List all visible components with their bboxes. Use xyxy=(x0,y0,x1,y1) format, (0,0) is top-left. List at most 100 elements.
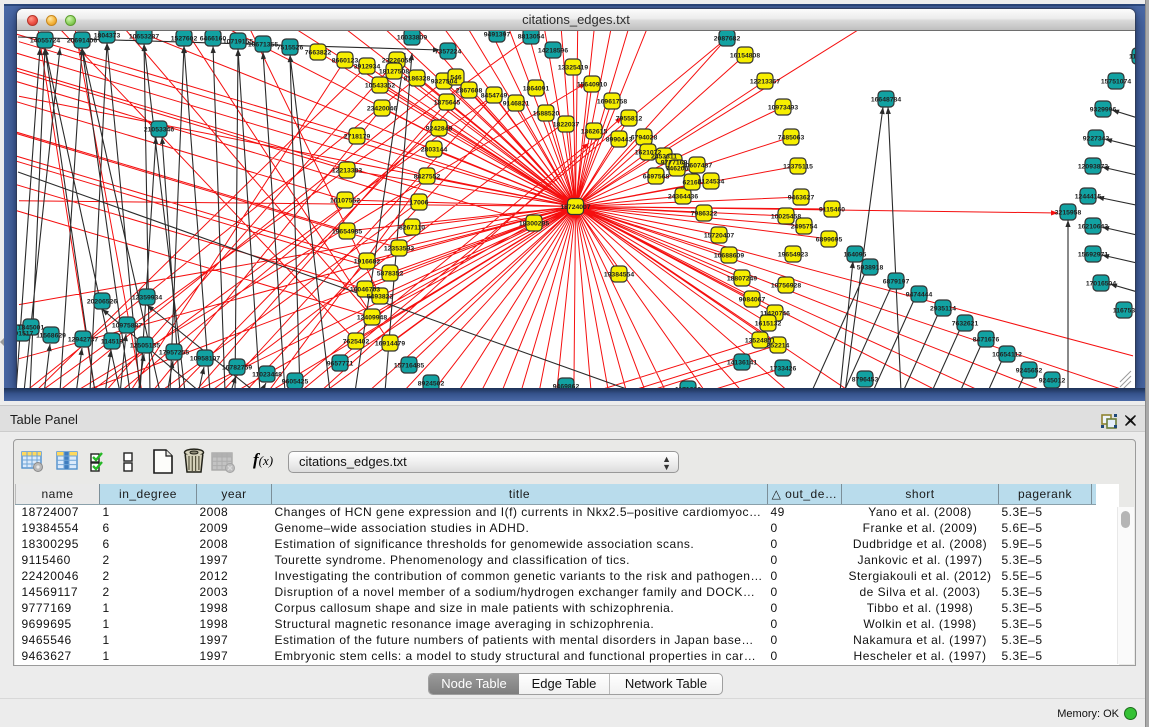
svg-text:1916682: 1916682 xyxy=(354,258,381,265)
svg-text:1875645: 1875645 xyxy=(434,99,461,106)
svg-text:7955812: 7955812 xyxy=(616,115,643,122)
svg-text:7357224: 7357224 xyxy=(435,48,462,55)
svg-text:12375115: 12375115 xyxy=(783,163,813,170)
svg-text:1588520: 1588520 xyxy=(533,110,560,117)
svg-text:62160: 62160 xyxy=(683,179,702,186)
svg-text:5878352: 5878352 xyxy=(377,270,404,277)
svg-text:10975887: 10975887 xyxy=(112,322,142,329)
svg-text:5938918: 5938918 xyxy=(857,264,884,271)
svg-text:16046703: 16046703 xyxy=(350,286,380,293)
svg-text:12505135: 12505135 xyxy=(130,342,160,349)
svg-text:3215958: 3215958 xyxy=(1055,209,1082,216)
svg-text:1615132: 1615132 xyxy=(755,320,782,327)
svg-text:17016504: 17016504 xyxy=(1086,280,1116,287)
svg-text:6794028: 6794028 xyxy=(631,134,658,141)
svg-text:164095: 164095 xyxy=(844,251,867,258)
svg-text:1822037: 1822037 xyxy=(553,121,580,128)
svg-text:8471676: 8471676 xyxy=(973,336,1000,343)
svg-text:16961758: 16961758 xyxy=(597,98,627,105)
svg-text:12093873: 12093873 xyxy=(1078,163,1108,170)
svg-text:252214: 252214 xyxy=(767,342,790,349)
svg-text:10756928: 10756928 xyxy=(771,282,801,289)
svg-text:6899695: 6899695 xyxy=(816,236,843,243)
svg-text:16914479: 16914479 xyxy=(375,340,405,347)
svg-text:2803144: 2803144 xyxy=(421,146,448,153)
svg-text:11023448: 11023448 xyxy=(252,371,282,378)
svg-text:12942737: 12942737 xyxy=(68,336,98,343)
svg-text:12359934: 12359934 xyxy=(132,294,162,301)
svg-text:11568629: 11568629 xyxy=(36,332,66,339)
svg-text:1845001: 1845001 xyxy=(18,324,45,331)
svg-text:1804373: 1804373 xyxy=(94,32,121,39)
svg-text:13325419: 13325419 xyxy=(558,64,588,71)
svg-text:11420746: 11420746 xyxy=(760,310,790,317)
svg-text:16782759: 16782759 xyxy=(222,364,252,371)
svg-text:23226058: 23226058 xyxy=(382,57,412,64)
svg-text:6879197: 6879197 xyxy=(883,278,910,285)
svg-text:1362615: 1362615 xyxy=(581,128,608,135)
svg-text:2935114: 2935114 xyxy=(930,305,956,312)
svg-text:15716485: 15716485 xyxy=(394,362,424,369)
svg-text:14055724: 14055724 xyxy=(30,37,60,44)
svg-text:9605425: 9605425 xyxy=(282,378,309,385)
svg-text:8186328: 8186328 xyxy=(404,75,431,82)
svg-text:16154808: 16154808 xyxy=(730,52,760,59)
svg-text:12213367: 12213367 xyxy=(750,78,780,85)
svg-text:1244415: 1244415 xyxy=(1075,193,1102,200)
svg-text:16210643: 16210643 xyxy=(1078,223,1108,230)
svg-text:16107552: 16107552 xyxy=(330,197,360,204)
svg-text:111975: 111975 xyxy=(1129,53,1135,60)
svg-text:9115460: 9115460 xyxy=(819,206,845,213)
svg-text:116753: 116753 xyxy=(1113,307,1135,314)
svg-text:391517: 391517 xyxy=(17,330,34,337)
svg-text:18127508: 18127508 xyxy=(379,68,409,75)
svg-text:9242848: 9242848 xyxy=(426,125,453,132)
svg-text:2718179: 2718179 xyxy=(344,133,371,140)
svg-text:15720407: 15720407 xyxy=(704,232,734,239)
svg-text:10025458: 10025458 xyxy=(771,213,801,220)
svg-text:16648784: 16648784 xyxy=(871,96,901,103)
svg-text:24364436: 24364436 xyxy=(668,193,698,200)
svg-text:20206526: 20206526 xyxy=(87,298,117,305)
svg-text:10653287: 10653287 xyxy=(129,33,159,40)
svg-text:8427552: 8427552 xyxy=(414,173,441,180)
svg-text:10958107: 10958107 xyxy=(190,355,220,362)
svg-text:7625402: 7625402 xyxy=(343,338,370,345)
svg-text:12213383: 12213383 xyxy=(332,167,362,174)
svg-text:10607487: 10607487 xyxy=(682,162,712,169)
svg-text:9491397: 9491397 xyxy=(484,31,511,38)
svg-text:114519: 114519 xyxy=(101,338,124,345)
svg-text:9084067: 9084067 xyxy=(739,296,766,303)
svg-text:12409948: 12409948 xyxy=(357,314,387,321)
svg-text:19654923: 19654923 xyxy=(778,251,808,258)
svg-text:5493822: 5493822 xyxy=(367,293,394,300)
svg-text:7986322: 7986322 xyxy=(691,210,718,217)
svg-text:2495754: 2495754 xyxy=(791,223,818,230)
svg-text:8454749: 8454749 xyxy=(481,92,508,99)
svg-text:1733426: 1733426 xyxy=(770,365,797,372)
svg-text:1527602: 1527602 xyxy=(171,35,198,42)
svg-text:8813054: 8813054 xyxy=(518,33,545,40)
svg-text:10973493: 10973493 xyxy=(768,104,798,111)
svg-text:9463627: 9463627 xyxy=(788,194,815,201)
svg-text:12353593: 12353593 xyxy=(384,245,414,252)
svg-text:546: 546 xyxy=(450,74,462,81)
svg-text:8924502: 8924502 xyxy=(418,380,445,387)
svg-text:9146821: 9146821 xyxy=(503,100,530,107)
svg-text:15751074: 15751074 xyxy=(1101,78,1131,85)
svg-text:6497568: 6497568 xyxy=(643,173,670,180)
svg-text:14218596: 14218596 xyxy=(538,47,568,54)
svg-text:15640910: 15640910 xyxy=(577,81,607,88)
svg-text:9474444: 9474444 xyxy=(906,291,933,298)
svg-text:17006: 17006 xyxy=(410,199,429,206)
svg-text:15692971: 15692971 xyxy=(1078,251,1108,258)
svg-text:10543352: 10543352 xyxy=(365,82,395,89)
svg-text:2867608: 2867608 xyxy=(456,87,483,94)
svg-text:7485063: 7485063 xyxy=(778,134,805,141)
svg-text:14136141: 14136141 xyxy=(727,359,757,366)
svg-text:17957255: 17957255 xyxy=(159,349,189,356)
svg-text:8796453: 8796453 xyxy=(852,376,879,383)
svg-text:2087682: 2087682 xyxy=(714,35,741,42)
svg-text:8267110: 8267110 xyxy=(399,224,425,231)
svg-text:10671355: 10671355 xyxy=(248,41,278,48)
